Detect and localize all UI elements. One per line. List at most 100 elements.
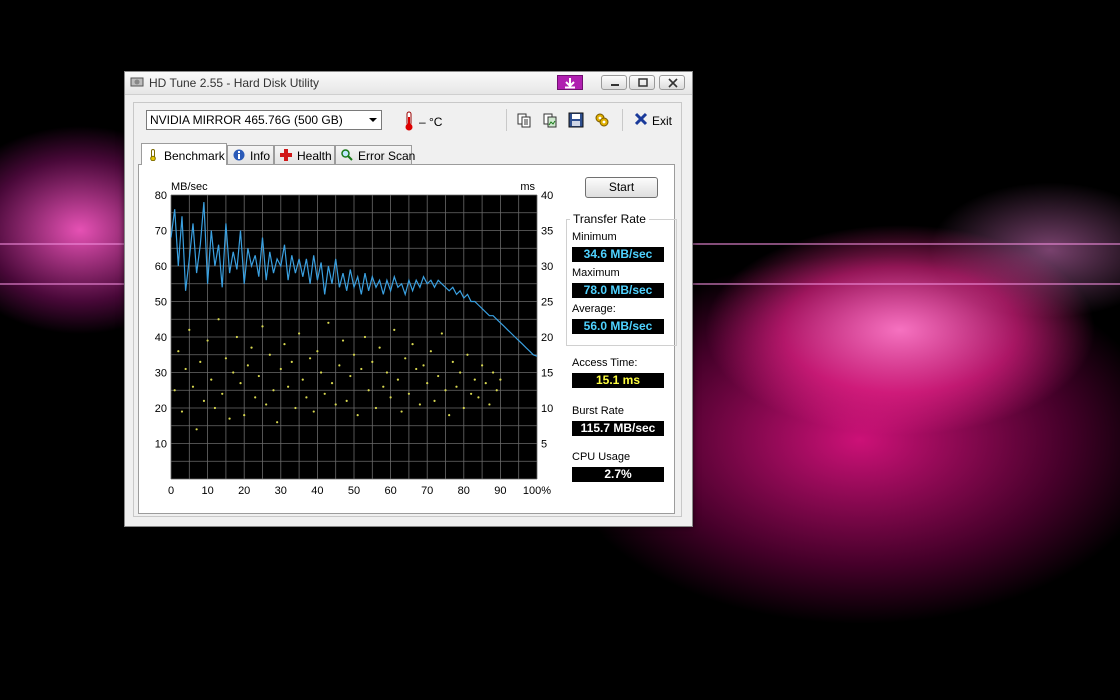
access-time-point <box>312 410 315 413</box>
access-time-point <box>228 417 231 420</box>
burst-rate-label: Burst Rate <box>572 405 624 417</box>
access-time-point <box>254 396 257 399</box>
tab-health[interactable]: Health <box>274 145 335 164</box>
y-tick-label-right: 5 <box>541 439 547 451</box>
access-time-point <box>327 321 330 324</box>
transfer-rate-title: Transfer Rate <box>570 212 649 226</box>
average-label: Average: <box>572 303 616 315</box>
access-time-point <box>177 350 180 353</box>
arrow-down-icon <box>565 78 575 89</box>
access-time-point <box>191 385 195 388</box>
tab-error-scan[interactable]: Error Scan <box>335 145 416 164</box>
access-time-point <box>433 399 436 402</box>
access-time-point <box>206 339 209 342</box>
access-time-point <box>440 332 443 335</box>
x-tick-label: 50 <box>348 485 360 497</box>
access-time-point <box>481 364 484 367</box>
access-time-point <box>298 332 301 335</box>
x-tick-label: 100% <box>523 485 551 497</box>
access-time-point <box>382 385 385 388</box>
x-tick-label: 30 <box>275 485 287 497</box>
access-time-point <box>265 403 268 406</box>
access-time-point <box>243 414 246 417</box>
access-time-point <box>400 410 403 413</box>
access-time-point <box>338 364 341 367</box>
tab-benchmark[interactable]: Benchmark <box>141 143 227 165</box>
tab-info[interactable]: Info <box>227 145 274 164</box>
x-tick-label: 40 <box>311 485 323 497</box>
x-tick-label: 10 <box>201 485 213 497</box>
drive-select-value: NVIDIA MIRROR 465.76G (500 GB) <box>150 113 343 127</box>
minimize-icon <box>611 84 619 86</box>
copy-text-icon[interactable] <box>516 112 532 128</box>
access-time-point <box>184 367 187 371</box>
tab-label: Info <box>250 149 271 163</box>
access-time-point <box>473 378 476 381</box>
options-icon[interactable] <box>594 112 610 128</box>
access-time-point <box>356 414 359 417</box>
minimize-to-tray-button[interactable] <box>557 75 583 90</box>
temperature-readout: – °C <box>419 115 443 129</box>
access-time-point <box>459 371 462 374</box>
access-time-point <box>290 360 293 363</box>
minimize-button[interactable] <box>601 75 627 90</box>
close-button[interactable] <box>659 75 685 90</box>
access-time-point <box>378 346 381 349</box>
access-time-point <box>462 406 465 410</box>
access-time-point <box>199 360 202 363</box>
access-time-point <box>466 353 469 356</box>
maximize-icon <box>638 78 648 87</box>
y-tick-label-left: 20 <box>155 403 167 415</box>
access-time-point <box>287 385 290 388</box>
start-button[interactable]: Start <box>585 177 658 198</box>
access-time-point <box>345 399 348 402</box>
access-time-point <box>308 357 312 360</box>
y-tick-label-right: 20 <box>541 332 553 344</box>
y-tick-label-right: 35 <box>541 226 553 238</box>
x-tick-label: 20 <box>238 485 250 497</box>
access-time-point <box>276 421 279 424</box>
x-tick-label: 0 <box>168 485 174 497</box>
tab-label: Error Scan <box>358 149 416 163</box>
access-time-point <box>455 385 458 388</box>
maximize-button[interactable] <box>629 75 655 90</box>
start-label: Start <box>608 180 635 194</box>
y-tick-label-right: 15 <box>541 368 553 380</box>
y-tick-label-right: 40 <box>541 190 553 202</box>
thermometer-icon <box>150 149 156 161</box>
y-tick-label-right: 25 <box>541 297 553 309</box>
x-tick-label: 60 <box>384 485 396 497</box>
access-time-point <box>294 406 297 410</box>
access-time-point <box>330 382 334 385</box>
access-time-point <box>444 389 447 392</box>
access-time-point <box>232 371 235 374</box>
title-bar[interactable]: HD Tune 2.55 - Hard Disk Utility <box>125 72 692 95</box>
info-icon <box>233 149 245 161</box>
toolbar-separator <box>506 109 507 131</box>
copy-image-icon[interactable] <box>542 112 558 128</box>
access-time-point <box>429 350 432 353</box>
access-time-point <box>272 389 275 392</box>
access-time-label: Access Time: <box>572 357 638 369</box>
access-time-point <box>411 343 414 346</box>
toolbar-separator <box>622 109 623 131</box>
access-time-point <box>246 364 249 367</box>
access-time-point <box>180 410 184 413</box>
access-time-point <box>491 371 495 374</box>
cpu-usage-label: CPU Usage <box>572 451 631 463</box>
access-time-point <box>415 367 418 371</box>
access-time-point <box>319 371 323 374</box>
maximum-value: 78.0 MB/sec <box>572 283 664 298</box>
app-disk-icon <box>130 77 144 87</box>
drive-select[interactable]: NVIDIA MIRROR 465.76G (500 GB) <box>146 110 382 130</box>
y-tick-label-left: 10 <box>155 439 167 451</box>
save-icon[interactable] <box>568 112 584 128</box>
access-time-point <box>261 325 264 328</box>
thermometer-icon <box>405 111 413 131</box>
access-time-point <box>389 396 392 399</box>
access-time-point <box>371 360 374 363</box>
access-time-point <box>363 335 367 339</box>
hdtune-window: HD Tune 2.55 - Hard Disk Utility NVIDIA … <box>124 71 693 527</box>
access-time-point <box>352 353 356 356</box>
x-tick-label: 70 <box>421 485 433 497</box>
